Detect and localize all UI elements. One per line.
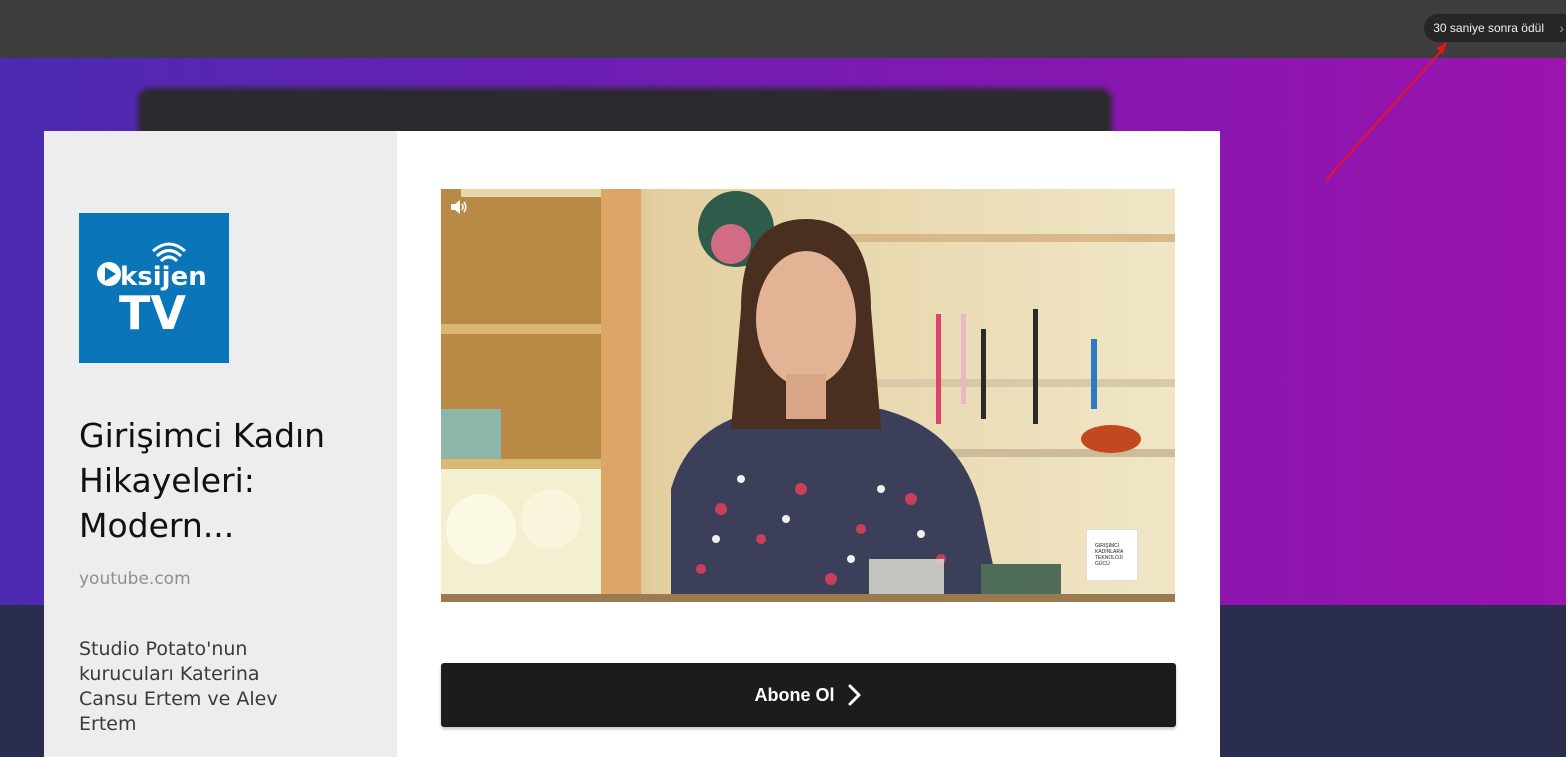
video-frame bbox=[441, 189, 1175, 602]
watermark-line: GÜCÜ bbox=[1095, 561, 1110, 567]
reward-countdown-text: 30 saniye sonra ödül bbox=[1433, 21, 1544, 35]
ad-headline[interactable]: Girişimci Kadın Hikayeleri: Modern... bbox=[79, 413, 369, 548]
chevron-right-icon bbox=[848, 684, 860, 706]
oksijen-tv-logo-icon: ksijen TV bbox=[97, 242, 207, 340]
ad-description: Studio Potato'nun kurucuları Katerina Ca… bbox=[79, 638, 278, 735]
reward-countdown-pill[interactable]: 30 saniye sonra ödül › bbox=[1424, 14, 1566, 42]
svg-text:TV: TV bbox=[119, 286, 186, 340]
advertiser-logo[interactable]: ksijen TV bbox=[79, 213, 229, 363]
ad-info-panel: ksijen TV Girişimci Kadın Hikayeleri: Mo… bbox=[44, 131, 397, 757]
video-watermark: GIRIŞIMCI KADINLARA TEKNOLOJİ GÜCÜ bbox=[1086, 529, 1138, 581]
ad-video-player[interactable]: GIRIŞIMCI KADINLARA TEKNOLOJİ GÜCÜ bbox=[441, 189, 1175, 602]
subscribe-button-label: Abone Ol bbox=[754, 684, 835, 705]
ad-domain: youtube.com bbox=[79, 569, 191, 589]
ad-card: ksijen TV Girişimci Kadın Hikayeleri: Mo… bbox=[44, 131, 1220, 757]
top-bar: 30 saniye sonra ödül › bbox=[0, 0, 1566, 58]
subscribe-button[interactable]: Abone Ol bbox=[441, 663, 1176, 727]
speaker-icon[interactable] bbox=[450, 199, 468, 215]
chevron-right-icon: › bbox=[1559, 20, 1564, 36]
